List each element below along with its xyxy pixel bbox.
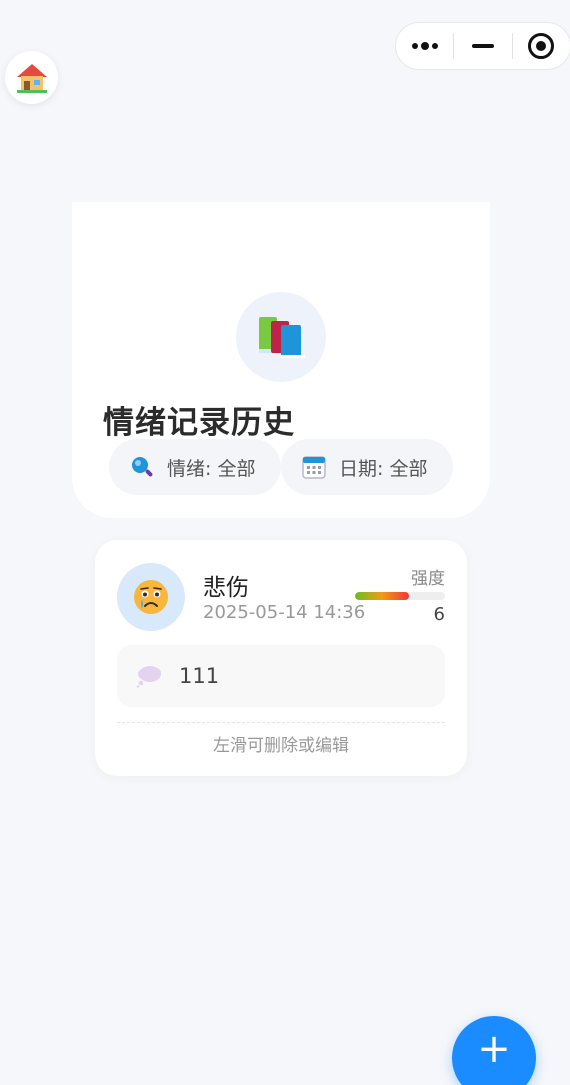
books-icon (259, 317, 305, 358)
calendar-icon (301, 454, 327, 480)
more-dots-icon (411, 42, 438, 50)
more-button[interactable] (396, 23, 453, 69)
sad-face-icon (134, 580, 168, 614)
card-divider (117, 722, 445, 723)
emotion-avatar (117, 563, 185, 631)
page-title: 情绪记录历史 (103, 405, 295, 441)
emotion-name: 悲伤 (203, 575, 249, 601)
date-filter-label: 日期: 全部 (339, 457, 428, 480)
emotion-filter-button[interactable]: 情绪: 全部 (109, 439, 281, 495)
close-target-icon (528, 33, 555, 59)
note-box: 111 (117, 645, 445, 707)
minimize-button[interactable] (454, 23, 511, 69)
house-icon (16, 63, 47, 93)
record-datetime: 2025-05-14 14:36 (203, 602, 366, 623)
intensity-bar (355, 592, 445, 600)
intensity-bar-fill (355, 592, 409, 600)
minimize-icon (471, 44, 494, 48)
miniprogram-capsule (395, 22, 570, 70)
magnifier-icon (129, 454, 155, 480)
add-record-button[interactable]: + (452, 1016, 536, 1085)
thought-bubble-icon (135, 664, 163, 688)
plus-icon: + (477, 1026, 511, 1072)
books-badge (236, 292, 326, 382)
intensity-value: 6 (433, 604, 445, 625)
home-button[interactable] (5, 51, 58, 104)
swipe-hint: 左滑可删除或编辑 (213, 736, 349, 756)
emotion-record-card[interactable]: 悲伤 2025-05-14 14:36 强度 6 111 左滑可删除或编辑 (95, 540, 467, 776)
emotion-filter-label: 情绪: 全部 (167, 457, 256, 480)
close-miniprogram-button[interactable] (513, 23, 570, 69)
intensity-label: 强度 (411, 569, 445, 589)
date-filter-button[interactable]: 日期: 全部 (281, 439, 453, 495)
note-text: 111 (179, 664, 220, 688)
header-card: 情绪记录历史 情绪: 全部 日期: 全部 (72, 202, 490, 518)
